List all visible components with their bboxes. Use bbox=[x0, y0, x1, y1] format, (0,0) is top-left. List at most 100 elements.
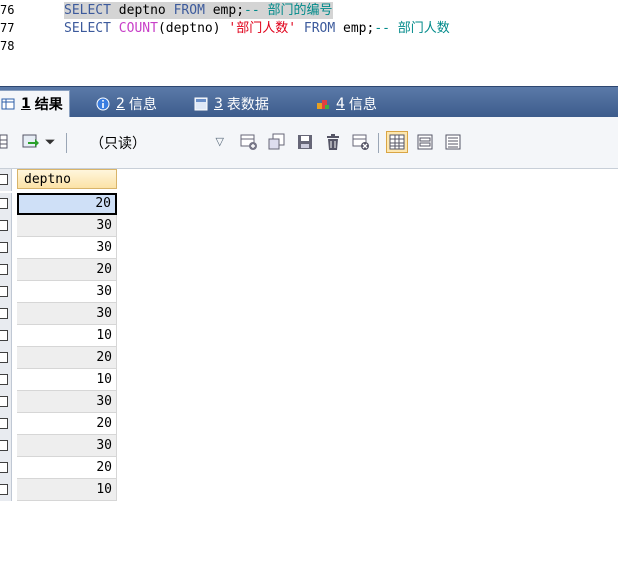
readonly-dropdown[interactable]: （只读） ▽ bbox=[90, 133, 224, 153]
row-header bbox=[0, 369, 12, 391]
tab-info-2-num: 4 bbox=[336, 95, 345, 112]
add-row-button[interactable] bbox=[238, 131, 260, 153]
tab-table-data[interactable]: 3 表数据 bbox=[190, 90, 275, 117]
info-icon bbox=[96, 97, 110, 111]
row-checkbox[interactable] bbox=[0, 396, 8, 407]
table-cell-deptno[interactable]: 30 bbox=[17, 435, 117, 457]
table-row[interactable]: 30 bbox=[0, 391, 118, 413]
table-row[interactable]: 10 bbox=[0, 325, 118, 347]
code-token: -- 部门的编号 bbox=[244, 3, 333, 18]
table-cell-deptno[interactable]: 20 bbox=[17, 413, 117, 435]
row-header bbox=[0, 303, 12, 325]
table-row[interactable]: 20 bbox=[0, 413, 118, 435]
row-checkbox[interactable] bbox=[0, 264, 8, 275]
text-mode-button[interactable] bbox=[442, 131, 464, 153]
row-checkbox[interactable] bbox=[0, 440, 8, 451]
duplicate-row-button[interactable] bbox=[266, 131, 288, 153]
toolbar-divider bbox=[378, 133, 379, 153]
code-line: 77 SELECT COUNT(deptno) '部门人数' FROM emp;-… bbox=[0, 20, 618, 37]
table-row[interactable]: 20 bbox=[0, 457, 118, 479]
table-row[interactable]: 30 bbox=[0, 435, 118, 457]
table-row[interactable]: 20 bbox=[0, 193, 118, 215]
table-cell-deptno[interactable]: 20 bbox=[17, 193, 117, 215]
tab-results-num: 1 bbox=[21, 96, 31, 112]
table-cell-deptno[interactable]: 30 bbox=[17, 215, 117, 237]
table-row[interactable]: 30 bbox=[0, 215, 118, 237]
table-cell-deptno[interactable]: 10 bbox=[17, 479, 117, 501]
code-text: SELECT deptno FROM emp;-- 部门的编号 bbox=[64, 2, 333, 19]
table-row[interactable]: 10 bbox=[0, 369, 118, 391]
code-token: COUNT bbox=[118, 21, 158, 36]
table-row[interactable]: 10 bbox=[0, 479, 118, 501]
delete-icon bbox=[327, 134, 339, 150]
chevron-down-icon: ▽ bbox=[215, 135, 224, 148]
select-all-checkbox[interactable] bbox=[0, 174, 8, 185]
table-cell-deptno[interactable]: 30 bbox=[17, 281, 117, 303]
table-cell-deptno[interactable]: 20 bbox=[17, 457, 117, 479]
table-cell-deptno[interactable]: 20 bbox=[17, 259, 117, 281]
row-header bbox=[0, 347, 12, 369]
grid-mode-button[interactable] bbox=[386, 131, 408, 153]
cancel-button[interactable] bbox=[350, 131, 372, 153]
code-token: FROM bbox=[173, 3, 205, 18]
tab-info[interactable]: 2 信息 bbox=[92, 90, 163, 117]
form-mode-icon bbox=[417, 134, 433, 150]
table-cell-deptno[interactable]: 20 bbox=[17, 347, 117, 369]
code-token: SELECT bbox=[64, 3, 111, 18]
tab-results-label: 结果 bbox=[34, 97, 63, 113]
row-header bbox=[0, 169, 12, 191]
column-header-deptno[interactable]: deptno bbox=[17, 169, 117, 189]
save-button[interactable] bbox=[294, 131, 316, 153]
line-number: 77 bbox=[0, 21, 15, 35]
row-header bbox=[0, 259, 12, 281]
grid-view-button[interactable] bbox=[0, 131, 12, 153]
table-cell-deptno[interactable]: 30 bbox=[17, 391, 117, 413]
delete-button[interactable] bbox=[322, 131, 344, 153]
export-dropdown[interactable] bbox=[44, 131, 56, 153]
add-row-icon bbox=[240, 134, 257, 150]
toolbar-divider bbox=[66, 133, 67, 153]
result-toolbar: （只读） ▽ bbox=[0, 117, 618, 169]
duplicate-row-icon bbox=[268, 133, 285, 150]
table-cell-deptno[interactable]: 10 bbox=[17, 325, 117, 347]
save-icon bbox=[298, 135, 312, 149]
table-row[interactable]: 30 bbox=[0, 303, 118, 325]
tab-results[interactable]: 1 结果 bbox=[0, 90, 70, 117]
table-cell-deptno[interactable]: 10 bbox=[17, 369, 117, 391]
table-data-icon bbox=[194, 97, 208, 111]
form-mode-button[interactable] bbox=[414, 131, 436, 153]
row-header bbox=[0, 413, 12, 435]
table-row[interactable]: 20 bbox=[0, 347, 118, 369]
row-checkbox[interactable] bbox=[0, 418, 8, 429]
row-checkbox[interactable] bbox=[0, 484, 8, 495]
table-cell-deptno[interactable]: 30 bbox=[17, 237, 117, 259]
row-checkbox[interactable] bbox=[0, 220, 8, 231]
row-checkbox[interactable] bbox=[0, 462, 8, 473]
row-checkbox[interactable] bbox=[0, 352, 8, 363]
result-grid[interactable]: deptno 20 30 30 20 30 30 10 20 10 30 20 30 20 10 bbox=[0, 169, 618, 576]
tab-info-num: 2 bbox=[116, 95, 125, 112]
sql-editor[interactable]: 76 SELECT deptno FROM emp;-- 部门的编号 77 SELEC… bbox=[0, 0, 618, 86]
table-row[interactable]: 30 bbox=[0, 281, 118, 303]
table-cell-deptno[interactable]: 30 bbox=[17, 303, 117, 325]
code-token: '部门人数' bbox=[228, 21, 297, 36]
row-checkbox[interactable] bbox=[0, 286, 8, 297]
code-line: 78 bbox=[0, 38, 618, 55]
row-checkbox[interactable] bbox=[0, 242, 8, 253]
table-row[interactable]: 30 bbox=[0, 237, 118, 259]
grid-mode-icon bbox=[389, 134, 405, 150]
row-checkbox[interactable] bbox=[0, 308, 8, 319]
row-checkbox[interactable] bbox=[0, 198, 8, 209]
grid-header-row: deptno bbox=[0, 169, 118, 191]
line-number: 78 bbox=[0, 39, 15, 53]
export-button[interactable] bbox=[20, 131, 42, 153]
row-checkbox[interactable] bbox=[0, 374, 8, 385]
tab-table-data-num: 3 bbox=[214, 95, 223, 112]
result-tab-bar: 1 结果 2 信息 3 表数据 4 信息 bbox=[0, 86, 618, 117]
row-checkbox[interactable] bbox=[0, 330, 8, 341]
row-header bbox=[0, 237, 12, 259]
tab-info-2[interactable]: 4 信息 bbox=[312, 90, 383, 117]
row-header bbox=[0, 457, 12, 479]
table-row[interactable]: 20 bbox=[0, 259, 118, 281]
